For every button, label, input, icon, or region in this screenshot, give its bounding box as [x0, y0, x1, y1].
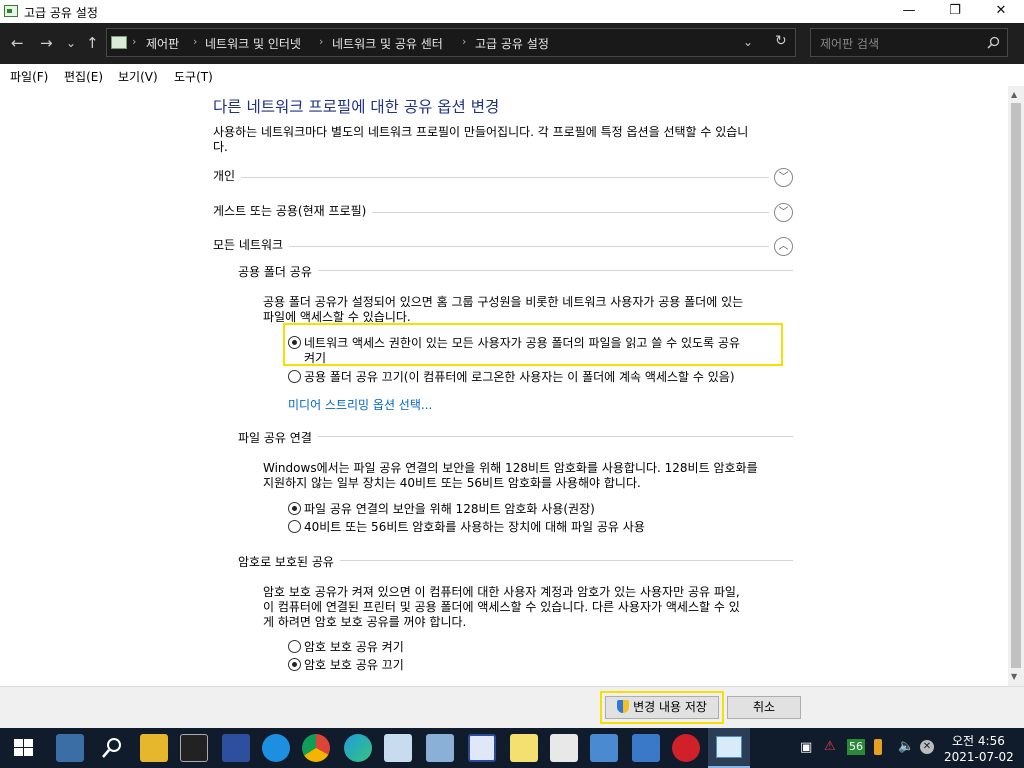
- forward-arrow-icon[interactable]: →: [40, 33, 53, 53]
- scroll-up-icon[interactable]: ▲: [1011, 90, 1017, 99]
- app-icon[interactable]: [550, 734, 578, 762]
- app-icon[interactable]: [510, 734, 538, 762]
- menu-file[interactable]: 파일(F): [10, 68, 48, 85]
- control-panel-icon: [111, 36, 127, 49]
- divider: [213, 177, 769, 178]
- breadcrumb-network-internet[interactable]: 네트워크 및 인터넷: [205, 35, 301, 52]
- uac-shield-icon: [617, 700, 630, 713]
- badge-tray-icon[interactable]: 56: [847, 739, 865, 755]
- chevron-down-icon[interactable]: ﹀: [774, 168, 793, 187]
- page-title: 다른 네트워크 프로필에 대한 공유 옵션 변경: [213, 98, 500, 116]
- app-icon[interactable]: [468, 734, 496, 762]
- profile-all-header[interactable]: 모든 네트워크: [213, 236, 290, 253]
- encryption-40-56-label[interactable]: 40비트 또는 56비트 암호화를 사용하는 장치에 대해 파일 공유 사용: [304, 518, 645, 535]
- volume-icon[interactable]: 🔈: [898, 739, 914, 754]
- address-dropdown-icon[interactable]: ⌄: [743, 35, 753, 49]
- refresh-icon[interactable]: ↻: [775, 33, 787, 49]
- save-disk-icon[interactable]: [222, 734, 250, 762]
- password-off-label[interactable]: 암호 보호 공유 끄기: [304, 656, 404, 673]
- public-folder-off-label[interactable]: 공용 폴더 공유 끄기(이 컴퓨터에 로그온한 사용자는 이 폴더에 계속 액세…: [304, 368, 735, 385]
- battery-tray-icon[interactable]: [874, 739, 882, 755]
- minimize-button[interactable]: —: [886, 0, 932, 23]
- search-box[interactable]: 제어판 검색: [810, 28, 1008, 57]
- alert-tray-icon[interactable]: ⚠: [824, 739, 836, 754]
- clock-time[interactable]: 오전 4:56: [952, 732, 1005, 749]
- chevron-up-icon[interactable]: ︿: [774, 237, 793, 256]
- vertical-scrollbar[interactable]: ▲ ▼: [1008, 86, 1024, 686]
- public-folder-on-label-line1[interactable]: 네트워크 액세스 권한이 있는 모든 사용자가 공용 폴더의 파일을 읽고 쓸 …: [304, 334, 740, 351]
- back-arrow-icon[interactable]: ←: [11, 33, 24, 53]
- menu-tools[interactable]: 도구(T): [174, 68, 213, 85]
- maximize-button[interactable]: ❐: [932, 0, 978, 23]
- file-sharing-desc-line2: 지원하지 않는 일부 장치는 40비트 또는 56비트 암호화를 사용해야 합니…: [263, 476, 641, 490]
- window-title: 고급 공유 설정: [24, 6, 98, 20]
- power-icon[interactable]: [672, 734, 700, 762]
- taskbar: ▣ ⚠ 56 🔈 ✕ 오전 4:56 2021-07-02: [0, 728, 1024, 768]
- windows-start-icon[interactable]: [14, 739, 34, 757]
- search-icon[interactable]: [98, 734, 126, 762]
- computer-icon[interactable]: [56, 734, 84, 762]
- content-area: 다른 네트워크 프로필에 대한 공유 옵션 변경 사용하는 네트워크마다 별도의…: [0, 86, 1008, 686]
- control-panel-icon: [4, 5, 18, 17]
- active-control-panel-task[interactable]: [708, 728, 750, 768]
- cancel-button[interactable]: 취소: [727, 696, 801, 719]
- breadcrumb-network-sharing-center[interactable]: 네트워크 및 공유 센터: [332, 35, 443, 52]
- app-icon[interactable]: [632, 734, 660, 762]
- menu-view[interactable]: 보기(V): [118, 68, 158, 85]
- divider: [238, 270, 793, 271]
- section-password-title: 암호로 보호된 공유: [238, 553, 340, 570]
- close-button[interactable]: ✕: [978, 0, 1024, 23]
- profile-guest-header[interactable]: 게스트 또는 공용(현재 프로필): [213, 202, 373, 219]
- divider: [238, 436, 793, 437]
- recent-locations-icon[interactable]: ⌄: [66, 33, 76, 53]
- scroll-down-icon[interactable]: ▼: [1011, 672, 1017, 681]
- password-on-label[interactable]: 암호 보호 공유 켜기: [304, 638, 404, 655]
- button-bar: 변경 내용 저장 취소: [0, 686, 1024, 728]
- section-public-folder-title: 공용 폴더 공유: [238, 263, 318, 280]
- radio-public-folder-on[interactable]: [288, 336, 301, 349]
- divider: [213, 246, 769, 247]
- app-icon[interactable]: [384, 734, 412, 762]
- profile-private-header[interactable]: 개인: [213, 167, 242, 184]
- network-tray-icon[interactable]: ▣: [800, 740, 812, 755]
- save-button-label: 변경 내용 저장: [633, 700, 707, 714]
- edge-icon[interactable]: [344, 734, 372, 762]
- control-panel-icon: [716, 736, 742, 758]
- chevron-down-icon[interactable]: ﹀: [774, 203, 793, 222]
- breadcrumb-control-panel[interactable]: 제어판: [146, 35, 179, 52]
- network-icon[interactable]: [590, 734, 618, 762]
- file-explorer-icon[interactable]: [140, 734, 168, 762]
- notification-icon[interactable]: ✕: [920, 740, 934, 754]
- menu-edit[interactable]: 편집(E): [64, 68, 103, 85]
- chrome-icon[interactable]: [302, 734, 330, 762]
- command-prompt-icon[interactable]: [180, 734, 208, 762]
- internet-explorer-icon[interactable]: [262, 734, 290, 762]
- radio-password-on[interactable]: [288, 640, 301, 653]
- save-changes-button[interactable]: 변경 내용 저장: [605, 696, 719, 719]
- password-desc-line3: 게 하려면 암호 보호 공유를 꺼야 합니다.: [263, 615, 467, 629]
- menu-bar: 파일(F) 편집(E) 보기(V) 도구(T): [0, 64, 1024, 86]
- encryption-128-label[interactable]: 파일 공유 연결의 보안을 위해 128비트 암호화 사용(권장): [304, 500, 595, 517]
- intro-text-line1: 사용하는 네트워크마다 별도의 네트워크 프로필이 만들어집니다. 각 프로필에…: [213, 125, 749, 139]
- up-arrow-icon[interactable]: ↑: [86, 33, 99, 53]
- media-streaming-link[interactable]: 미디어 스트리밍 옵션 선택...: [288, 396, 432, 413]
- intro-text-line2: 다.: [213, 140, 228, 154]
- radio-encryption-40-56[interactable]: [288, 520, 301, 533]
- radio-password-off[interactable]: [288, 658, 301, 671]
- section-file-sharing-title: 파일 공유 연결: [238, 429, 318, 446]
- address-box[interactable]: › 제어판 › 네트워크 및 인터넷 › 네트워크 및 공유 센터 › 고급 공…: [106, 28, 796, 57]
- breadcrumb-advanced-sharing[interactable]: 고급 공유 설정: [475, 35, 549, 52]
- search-placeholder: 제어판 검색: [820, 37, 880, 51]
- radio-encryption-128[interactable]: [288, 502, 301, 515]
- search-icon[interactable]: [987, 36, 1000, 49]
- app-icon[interactable]: [426, 734, 454, 762]
- title-bar: 고급 공유 설정 — ❐ ✕: [0, 0, 1024, 23]
- radio-public-folder-off[interactable]: [288, 370, 301, 383]
- scrollbar-thumb[interactable]: [1011, 103, 1021, 668]
- clock-date[interactable]: 2021-07-02: [944, 750, 1014, 764]
- public-folder-on-label-line2[interactable]: 켜기: [304, 349, 326, 366]
